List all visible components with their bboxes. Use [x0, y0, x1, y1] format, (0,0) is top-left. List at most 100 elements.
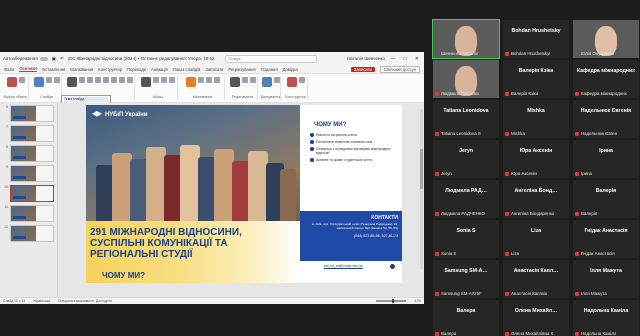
search-input[interactable]: Пошук [224, 54, 317, 63]
ribbon-small-icon[interactable] [86, 77, 93, 83]
why-us-heading-bottom: ЧОМУ МИ? [102, 271, 146, 280]
slide-thumbnail[interactable]: 10 [2, 185, 57, 202]
ribbon-tab[interactable]: Конструктор [98, 67, 122, 72]
ribbon-small-icon[interactable] [213, 77, 220, 83]
participant-tile[interactable]: Юлія Онуфрієва [573, 20, 639, 58]
ribbon-command-icon[interactable] [185, 77, 196, 87]
save-icon[interactable]: ▣ [52, 56, 56, 62]
ribbon-small-icon[interactable] [249, 77, 256, 83]
slide-thumbnail[interactable]: 8 [2, 145, 57, 162]
ribbon-small-icon[interactable] [110, 77, 117, 83]
ribbon-tab[interactable]: Основне [19, 66, 38, 72]
slide-thumbnail[interactable]: 9 [2, 165, 57, 182]
slide-thumbnail[interactable]: 12 [2, 225, 57, 242]
ribbon-tab[interactable]: Подання [261, 67, 278, 72]
participant-tile[interactable]: Кафедра міжнародних Кафедра міжнародних [573, 60, 639, 98]
ribbon-small-icon[interactable] [18, 77, 25, 83]
autosave-toggle[interactable]: Автозбереження [3, 56, 48, 61]
autosave-label: Автозбереження [3, 56, 38, 61]
participant-tile[interactable]: Валерія Кзіка Валерія Кзіка [503, 60, 569, 98]
minimize-button[interactable]: — [389, 56, 397, 62]
thumbnail-image[interactable] [10, 185, 54, 202]
participant-tile[interactable]: Людмила Панасюк [433, 60, 499, 98]
scrollbar-thumb[interactable] [420, 149, 423, 189]
ribbon-small-icon[interactable] [126, 77, 133, 83]
slide-thumbnail[interactable]: 6 [2, 105, 57, 122]
ribbon-small-icon[interactable] [53, 77, 60, 83]
participant-tile[interactable]: Sonia S Sonia S [433, 220, 499, 258]
participant-tile[interactable]: Людмила РАД… Людмила РАДЧЕНКО [433, 180, 499, 218]
record-button[interactable]: Записати [350, 66, 375, 72]
thumbnail-image[interactable] [10, 105, 54, 122]
participant-tile[interactable]: Олена Михайл… Олена Михайлівна К [503, 300, 569, 336]
slide-thumbnail[interactable]: 11 [2, 205, 57, 222]
share-button[interactable]: Спільний доступ [379, 65, 420, 73]
thumbnail-image[interactable] [10, 125, 54, 142]
ribbon-tab[interactable]: Вставлення [42, 67, 65, 72]
ribbon-command-icon[interactable] [66, 77, 77, 87]
ribbon-tab[interactable]: Анімація [151, 67, 168, 72]
participant-tile[interactable]: Гнідак Анастасія Гнідак Анастасія [573, 220, 639, 258]
ribbon-small-icon[interactable] [152, 77, 159, 83]
participant-tile[interactable]: Liza Liza [503, 220, 569, 258]
zoom-slider[interactable] [376, 299, 407, 303]
ribbon-tab[interactable]: Переходи [127, 67, 146, 72]
ribbon-command-icon[interactable] [261, 77, 272, 87]
why-us-item: Співпраця з провідними фахівцями міжнаро… [310, 147, 400, 155]
ribbon-command-icon[interactable] [33, 77, 44, 87]
ribbon-small-icon[interactable] [94, 77, 101, 83]
ribbon-tab[interactable]: Файл [4, 67, 14, 72]
ribbon-small-icon[interactable] [273, 77, 280, 83]
ribbon-tab[interactable]: Рецензування [228, 67, 255, 72]
ribbon-small-icon[interactable] [78, 77, 85, 83]
contacts-email[interactable]: kaf_int_ed@nubip.edu.ua [324, 264, 363, 268]
undo-icon[interactable]: ↶ [60, 56, 64, 62]
user-name[interactable]: Наталія Шевченко [347, 56, 385, 61]
participant-tile[interactable]: Bohdan Hrushetsky Bohdan Hrushetskyi [503, 20, 569, 58]
zoom-level[interactable]: 47% [414, 299, 421, 303]
participant-tile[interactable]: Ангеліна Бонд… Ангеліна Бондаренко [503, 180, 569, 218]
participant-tile[interactable]: Валерія Валерія [573, 180, 639, 218]
participant-tile[interactable]: Анастасія Капл… Анастасія Каплюк [503, 260, 569, 298]
ribbon-small-icon[interactable] [197, 77, 204, 83]
ribbon-small-icon[interactable] [241, 77, 248, 83]
ribbon-command-icon[interactable] [6, 77, 17, 87]
ribbon-tab[interactable]: Довідка [283, 67, 298, 72]
ribbon-tab[interactable]: Показ слайдів [173, 67, 200, 72]
ribbon-tab[interactable]: Малювання [70, 67, 93, 72]
vertical-scrollbar[interactable] [420, 109, 423, 269]
accessibility-status[interactable]: Спеціальні можливості: Дослідити [58, 299, 112, 303]
ribbon-tab[interactable]: Записати [205, 67, 223, 72]
thumbnail-image[interactable] [10, 165, 54, 182]
participant-tile[interactable]: Mishka Mishka [503, 100, 569, 138]
participant-tile[interactable]: Ілля Мажута Ілля Мажута [573, 260, 639, 298]
participant-tile[interactable]: Jeryn Jeryn [433, 140, 499, 178]
ribbon-small-icon[interactable] [102, 77, 109, 83]
participant-tile[interactable]: Юра Аксенін Юра Аксенін [503, 140, 569, 178]
participant-tile[interactable]: Надельнюк Євгенія Надельнюк Євген [573, 100, 639, 138]
thumbnail-image[interactable] [10, 205, 54, 222]
participant-tile[interactable]: Валера Валера [433, 300, 499, 336]
participant-tile[interactable]: Tatiana Leonidova Tatiana Leonidova S [433, 100, 499, 138]
participant-tile[interactable]: Шевченко Наталія [432, 19, 500, 59]
participant-tile[interactable]: Надольна Каміла Надольна Каміла [573, 300, 639, 336]
ribbon-small-icon[interactable] [45, 77, 52, 83]
thumbnail-image[interactable] [10, 225, 54, 242]
language-status[interactable]: Українська [33, 299, 50, 303]
ribbon-small-icon[interactable] [298, 77, 305, 83]
ribbon-small-icon[interactable] [118, 77, 125, 83]
ribbon-command-icon[interactable] [229, 77, 240, 87]
contacts-title: КОНТАКТИ [371, 215, 398, 221]
current-slide[interactable]: НУБіП України 291 Міжнародні відносини, … [86, 105, 402, 283]
ribbon-command-icon[interactable] [286, 77, 297, 87]
thumbnail-image[interactable] [10, 145, 54, 162]
ribbon-small-icon[interactable] [168, 77, 175, 83]
ribbon-command-icon[interactable] [140, 77, 151, 87]
ribbon-small-icon[interactable] [160, 77, 167, 83]
close-button[interactable]: ✕ [413, 56, 421, 62]
participant-tile[interactable]: Ірина Ірина [573, 140, 639, 178]
slide-thumbnail[interactable]: 7 [2, 125, 57, 142]
maximize-button[interactable]: □ [401, 56, 409, 62]
ribbon-small-icon[interactable] [205, 77, 212, 83]
participant-tile[interactable]: Samsung SM-A… Samsung SM-A725F [433, 260, 499, 298]
